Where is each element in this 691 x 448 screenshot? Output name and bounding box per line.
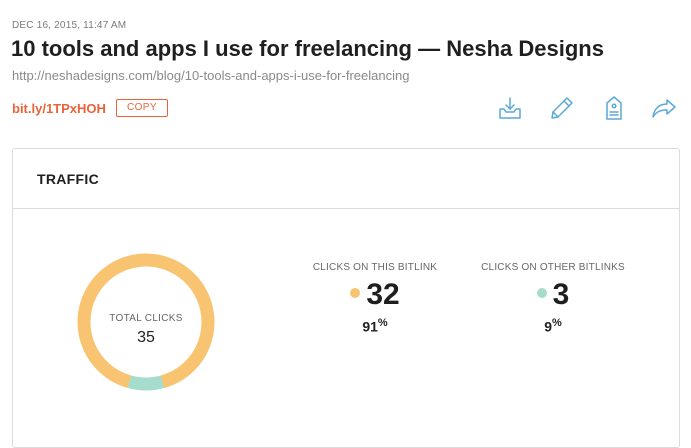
short-link[interactable]: bit.ly/1TPxHOH <box>12 101 106 116</box>
link-timestamp: DEC 16, 2015, 11:47 AM <box>12 20 127 31</box>
other-bitlinks-label: CLICKS ON OTHER BITLINKS <box>481 262 625 273</box>
other-bitlinks-percent-value: 9 <box>544 318 552 335</box>
this-bitlink-stat: CLICKS ON THIS BITLINK 32 91% <box>285 262 465 335</box>
this-bitlink-value: 32 <box>366 278 400 311</box>
percent-symbol: % <box>377 317 388 329</box>
other-bitlinks-count-row: 3 <box>463 279 643 311</box>
tag-icon[interactable] <box>600 94 628 122</box>
share-arrow-icon[interactable] <box>650 94 678 122</box>
long-url[interactable]: http://neshadesigns.com/blog/10-tools-an… <box>12 68 409 83</box>
this-bitlink-label: CLICKS ON THIS BITLINK <box>312 262 438 273</box>
other-bitlinks-value: 3 <box>552 278 570 311</box>
this-bitlink-count-row: 32 <box>285 279 465 311</box>
other-bitlinks-percent: 9% <box>463 317 643 335</box>
this-bitlink-percent-value: 91 <box>362 318 378 335</box>
traffic-title: TRAFFIC <box>37 171 99 187</box>
pencil-icon[interactable] <box>548 94 576 122</box>
this-bitlink-percent: 91% <box>285 317 465 335</box>
copy-button[interactable]: COPY <box>116 99 168 117</box>
link-actions <box>496 94 678 122</box>
total-clicks-value: 35 <box>137 329 155 346</box>
other-bitlinks-stat: CLICKS ON OTHER BITLINKS 3 9% <box>463 262 643 335</box>
other-bitlinks-dot <box>536 288 547 299</box>
this-bitlink-dot <box>350 288 361 299</box>
inbox-download-icon[interactable] <box>496 94 524 122</box>
percent-symbol: % <box>552 317 562 329</box>
link-title: 10 tools and apps I use for freelancing … <box>11 36 604 61</box>
traffic-panel: TRAFFIC TOTAL CLICKS 35 CLICKS ON THIS B… <box>12 148 680 448</box>
traffic-panel-header: TRAFFIC <box>13 149 679 209</box>
total-clicks-label: TOTAL CLICKS <box>109 313 183 324</box>
